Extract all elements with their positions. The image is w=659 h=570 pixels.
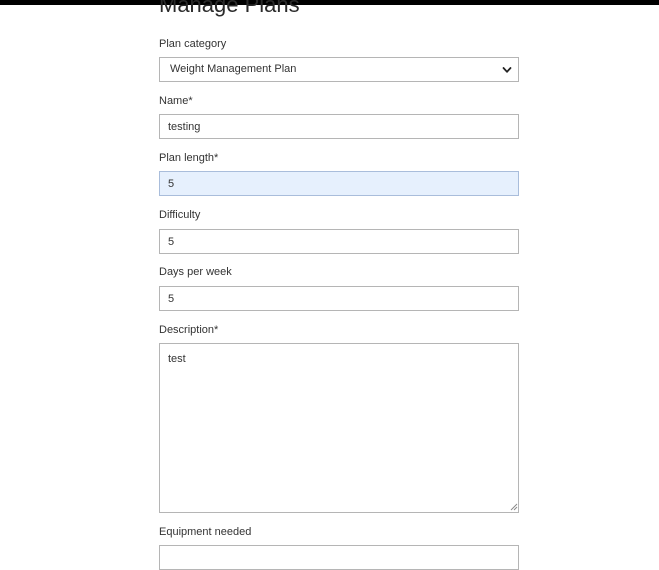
top-bar — [0, 0, 659, 5]
chevron-down-icon — [502, 66, 512, 73]
page-title: Manage Plans — [159, 0, 300, 17]
plan-length-label: Plan length* — [159, 152, 219, 164]
name-label: Name* — [159, 95, 193, 107]
resize-grip-icon[interactable] — [508, 501, 518, 511]
difficulty-input[interactable] — [159, 229, 519, 254]
plan-category-select[interactable]: Weight Management Plan — [159, 57, 519, 82]
difficulty-label: Difficulty — [159, 209, 201, 221]
plan-category-label: Plan category — [159, 38, 227, 50]
name-input[interactable] — [159, 114, 519, 139]
days-per-week-input[interactable] — [159, 286, 519, 311]
plan-length-input[interactable] — [159, 171, 519, 196]
description-textarea[interactable]: test — [159, 343, 519, 513]
description-label: Description* — [159, 324, 219, 336]
plan-category-value: Weight Management Plan — [170, 63, 297, 75]
equipment-needed-label: Equipment needed — [159, 526, 252, 538]
days-per-week-label: Days per week — [159, 266, 232, 278]
